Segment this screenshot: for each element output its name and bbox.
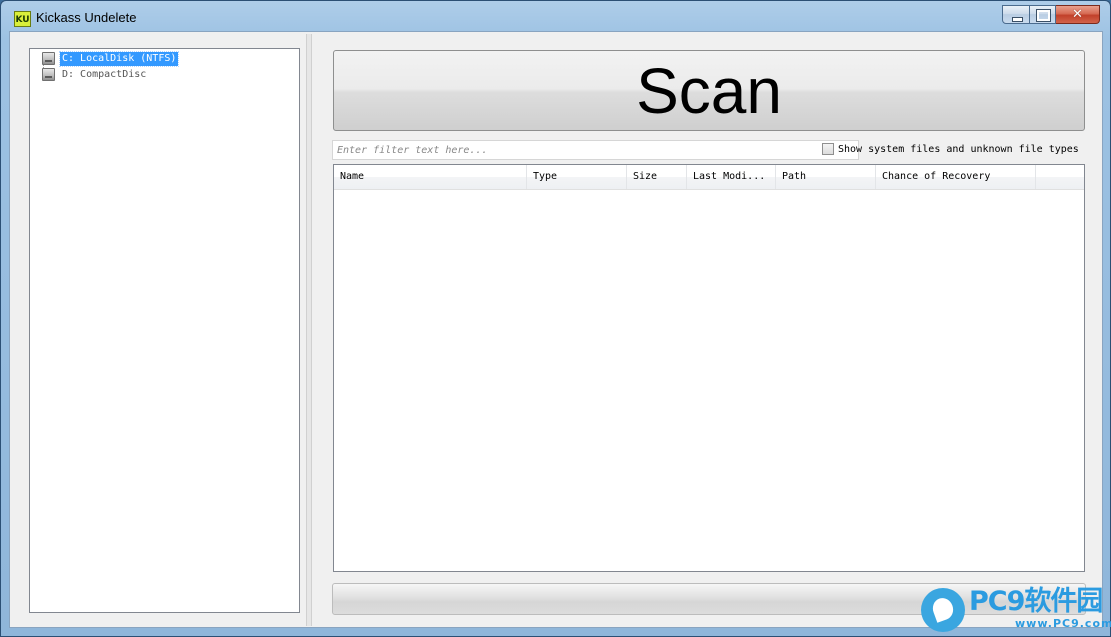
disk-icon <box>42 52 55 65</box>
maximize-button[interactable] <box>1030 5 1056 24</box>
filter-input[interactable] <box>332 140 859 160</box>
column-header-type[interactable]: Type <box>527 165 627 189</box>
tree-item-d-drive[interactable]: D: CompactDisc <box>42 67 148 82</box>
show-system-files-label: Show system files and unknown file types <box>838 143 1079 155</box>
maximize-icon <box>1036 9 1051 22</box>
column-header-chance-of-recovery[interactable]: Chance of Recovery <box>876 165 1036 189</box>
column-header-size[interactable]: Size <box>627 165 687 189</box>
show-system-files-option[interactable]: Show system files and unknown file types <box>822 143 1079 155</box>
watermark-logo-icon <box>921 588 965 632</box>
scan-button-label: Scan <box>636 55 782 127</box>
drive-pane: C: LocalDisk (NTFS) D: CompactDisc <box>15 35 300 626</box>
file-list-header: Name Type Size Last Modi... Path Chance … <box>334 165 1084 190</box>
pane-splitter[interactable] <box>306 34 312 626</box>
watermark-brand: PC9软件园 <box>969 586 1103 617</box>
close-button[interactable]: ✕ <box>1056 5 1100 24</box>
disk-icon <box>42 68 55 81</box>
window-title: Kickass Undelete <box>36 10 137 25</box>
column-header-filler <box>1036 165 1084 189</box>
app-window: KU Kickass Undelete ✕ C: LocalDisk (NTFS… <box>0 0 1111 637</box>
app-icon[interactable]: KU <box>14 11 31 27</box>
drive-tree[interactable]: C: LocalDisk (NTFS) D: CompactDisc <box>29 48 300 613</box>
window-controls: ✕ <box>1002 5 1100 25</box>
minimize-icon <box>1012 17 1023 22</box>
client-area: C: LocalDisk (NTFS) D: CompactDisc Scan … <box>9 31 1103 628</box>
scan-button[interactable]: Scan <box>333 50 1085 131</box>
tree-item-label: D: CompactDisc <box>62 68 147 80</box>
file-list[interactable]: Name Type Size Last Modi... Path Chance … <box>333 164 1085 572</box>
column-header-last-modified[interactable]: Last Modi... <box>687 165 776 189</box>
watermark: PC9软件园 www.PC9.com <box>919 584 1111 636</box>
minimize-button[interactable] <box>1002 5 1030 24</box>
title-bar[interactable]: KU Kickass Undelete ✕ <box>1 1 1110 35</box>
watermark-url: www.PC9.com <box>1015 617 1111 630</box>
column-header-path[interactable]: Path <box>776 165 876 189</box>
column-header-name[interactable]: Name <box>334 165 527 189</box>
close-icon: ✕ <box>1072 7 1083 22</box>
tree-item-c-drive[interactable]: C: LocalDisk (NTFS) <box>42 50 180 67</box>
tree-item-label: C: LocalDisk (NTFS) <box>58 50 180 67</box>
show-system-files-checkbox[interactable] <box>822 143 834 155</box>
